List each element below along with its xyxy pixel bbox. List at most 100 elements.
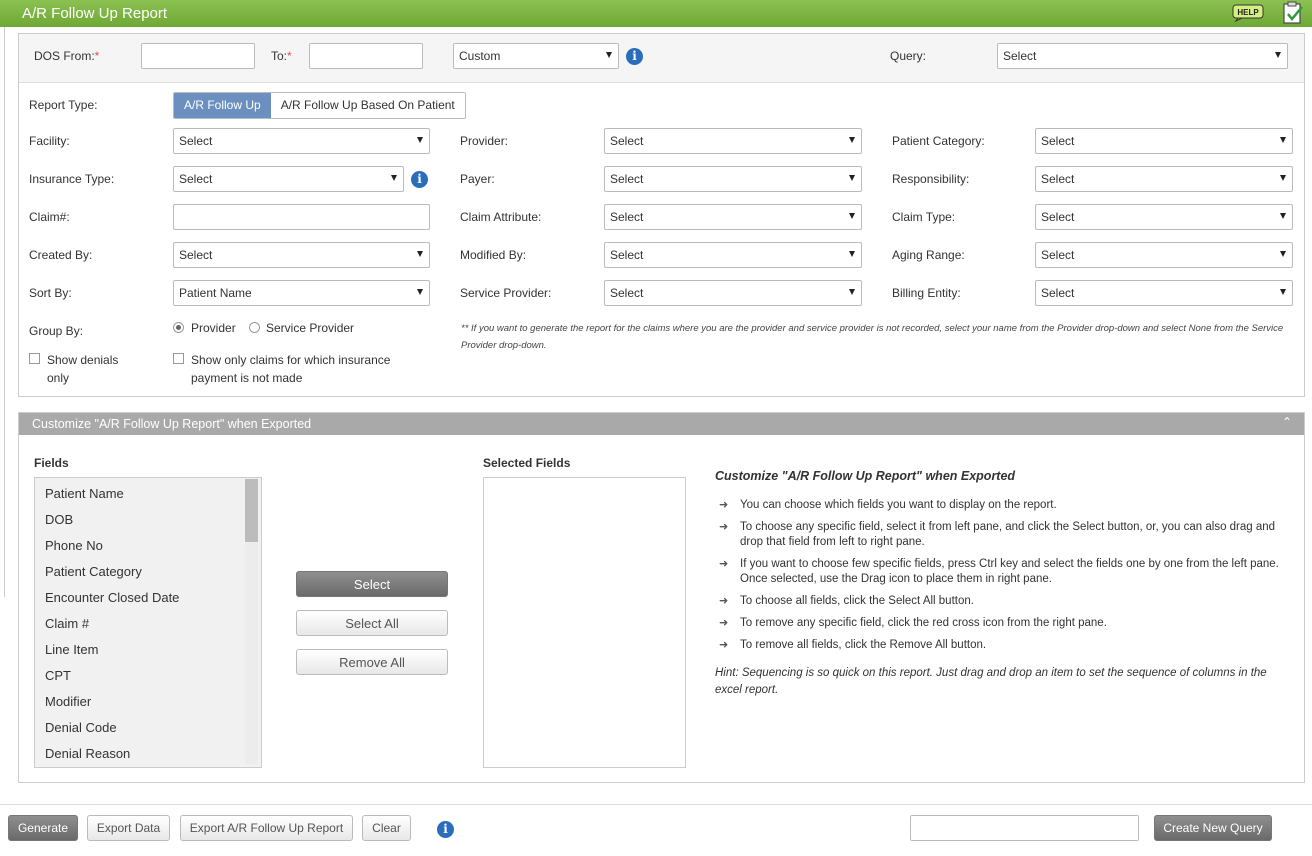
select-button[interactable]: Select — [296, 571, 448, 597]
instruction-item: If you want to choose few specific field… — [740, 558, 1279, 585]
instruction-item: To remove all fields, click the Remove A… — [740, 639, 987, 651]
export-data-button[interactable]: Export Data — [87, 815, 170, 841]
instruction-item: To choose all fields, click the Select A… — [740, 595, 974, 607]
billing-entity-label: Billing Entity: — [892, 286, 961, 300]
chevron-down-icon — [849, 137, 855, 143]
fields-scrollbar-thumb[interactable] — [245, 479, 258, 542]
sort-by-select[interactable]: Patient Name — [173, 280, 430, 306]
facility-label: Facility: — [29, 134, 70, 148]
chevron-down-icon — [417, 137, 423, 143]
customize-export-header[interactable]: Customize "A/R Follow Up Report" when Ex… — [19, 413, 1304, 435]
generate-button[interactable]: Generate — [8, 815, 78, 841]
insurance-type-select[interactable]: Select — [173, 166, 404, 192]
list-item[interactable]: Phone No — [45, 538, 103, 553]
fields-label: Fields — [34, 456, 69, 470]
insurance-not-paid-checkbox[interactable] — [173, 353, 184, 364]
list-item[interactable]: Encounter Closed Date — [45, 590, 179, 605]
chevron-down-icon — [417, 251, 423, 257]
list-item[interactable]: Claim # — [45, 616, 89, 631]
create-new-query-button[interactable]: Create New Query — [1154, 815, 1272, 841]
service-provider-select[interactable]: Select — [604, 280, 862, 306]
claim-no-input[interactable] — [173, 204, 430, 230]
patient-category-label: Patient Category: — [892, 134, 985, 148]
select-all-button[interactable]: Select All — [296, 610, 448, 636]
aging-range-label: Aging Range: — [892, 248, 965, 262]
customize-export-title: Customize "A/R Follow Up Report" when Ex… — [32, 417, 312, 431]
group-by-provider-radio[interactable] — [173, 322, 184, 333]
chevron-down-icon — [1280, 175, 1286, 181]
list-item[interactable]: Patient Category — [45, 564, 142, 579]
info-icon[interactable]: i — [411, 171, 428, 188]
provider-select[interactable]: Select — [604, 128, 862, 154]
chevron-down-icon — [1275, 52, 1281, 58]
created-by-select[interactable]: Select — [173, 242, 430, 268]
provider-label: Provider: — [460, 134, 509, 148]
export-report-button[interactable]: Export A/R Follow Up Report — [180, 815, 353, 841]
claim-type-select[interactable]: Select — [1035, 204, 1293, 230]
help-icon[interactable]: HELP — [1232, 4, 1264, 22]
left-edge-divider — [0, 27, 5, 597]
remove-all-button[interactable]: Remove All — [296, 649, 448, 675]
facility-select[interactable]: Select — [173, 128, 430, 154]
list-item[interactable]: Line Item — [45, 642, 98, 657]
list-item[interactable]: DOB — [45, 512, 73, 527]
chevron-down-icon — [391, 175, 397, 181]
checklist-icon[interactable] — [1282, 1, 1304, 25]
fields-list[interactable]: Patient Name DOB Phone No Patient Catego… — [34, 477, 262, 768]
instruction-item: To remove any specific field, click the … — [740, 617, 1107, 629]
info-icon[interactable]: i — [626, 48, 643, 65]
insurance-not-paid-label-line1: Show only claims for which insurance — [191, 353, 391, 367]
date-range-select[interactable]: Custom — [453, 43, 619, 69]
report-type-toggle: A/R Follow Up A/R Follow Up Based On Pat… — [173, 92, 466, 119]
responsibility-select[interactable]: Select — [1035, 166, 1293, 192]
chevron-down-icon — [1280, 289, 1286, 295]
aging-range-select[interactable]: Select — [1035, 242, 1293, 268]
arrow-right-icon: ➜ — [719, 617, 729, 629]
dos-from-label: DOS From:* — [34, 49, 100, 63]
list-item[interactable]: Denial Code — [45, 720, 117, 735]
page-title: A/R Follow Up Report — [22, 5, 168, 22]
claim-type-label: Claim Type: — [892, 210, 956, 224]
group-by-label: Group By: — [29, 324, 84, 338]
modified-by-label: Modified By: — [460, 248, 527, 262]
group-by-service-provider-radio[interactable] — [249, 322, 260, 333]
claim-attribute-select[interactable]: Select — [604, 204, 862, 230]
claim-no-label: Claim#: — [29, 210, 70, 224]
selected-fields-list[interactable] — [483, 477, 686, 768]
query-select[interactable]: Select — [997, 43, 1288, 69]
payer-select[interactable]: Select — [604, 166, 862, 192]
instruction-item: To choose any specific field, select it … — [740, 521, 1276, 548]
insurance-not-paid-label-line2: payment is not made — [191, 371, 303, 385]
collapse-icon[interactable]: ⌃ — [1282, 415, 1292, 429]
info-icon[interactable]: i — [437, 821, 454, 838]
dos-from-input[interactable] — [141, 43, 255, 69]
clear-button[interactable]: Clear — [362, 815, 411, 841]
chevron-down-icon — [849, 251, 855, 257]
query-name-input[interactable] — [910, 815, 1139, 841]
list-item[interactable]: CPT — [45, 668, 71, 683]
report-type-ar-follow-up[interactable]: A/R Follow Up — [174, 93, 271, 118]
billing-entity-select[interactable]: Select — [1035, 280, 1293, 306]
arrow-right-icon: ➜ — [719, 521, 729, 533]
dos-to-input[interactable] — [309, 43, 423, 69]
help-label: HELP — [1237, 8, 1259, 17]
arrow-right-icon: ➜ — [719, 499, 729, 511]
instruction-item: You can choose which fields you want to … — [740, 499, 1057, 511]
patient-category-select[interactable]: Select — [1035, 128, 1293, 154]
dos-to-label: To:* — [271, 49, 292, 63]
show-denials-checkbox[interactable] — [29, 353, 40, 364]
list-item[interactable]: Denial Reason — [45, 746, 130, 761]
chevron-down-icon — [849, 289, 855, 295]
list-item[interactable]: Modifier — [45, 694, 91, 709]
modified-by-select[interactable]: Select — [604, 242, 862, 268]
report-type-based-on-patient[interactable]: A/R Follow Up Based On Patient — [270, 93, 465, 118]
arrow-right-icon: ➜ — [719, 595, 729, 607]
created-by-label: Created By: — [29, 248, 93, 262]
chevron-down-icon — [849, 213, 855, 219]
chevron-down-icon — [849, 175, 855, 181]
sequencing-hint: Hint: Sequencing is so quick on this rep… — [715, 667, 1267, 696]
claim-attribute-label: Claim Attribute: — [460, 210, 542, 224]
insurance-type-label: Insurance Type: — [29, 172, 115, 186]
service-provider-label: Service Provider: — [460, 286, 552, 300]
list-item[interactable]: Patient Name — [45, 486, 124, 501]
